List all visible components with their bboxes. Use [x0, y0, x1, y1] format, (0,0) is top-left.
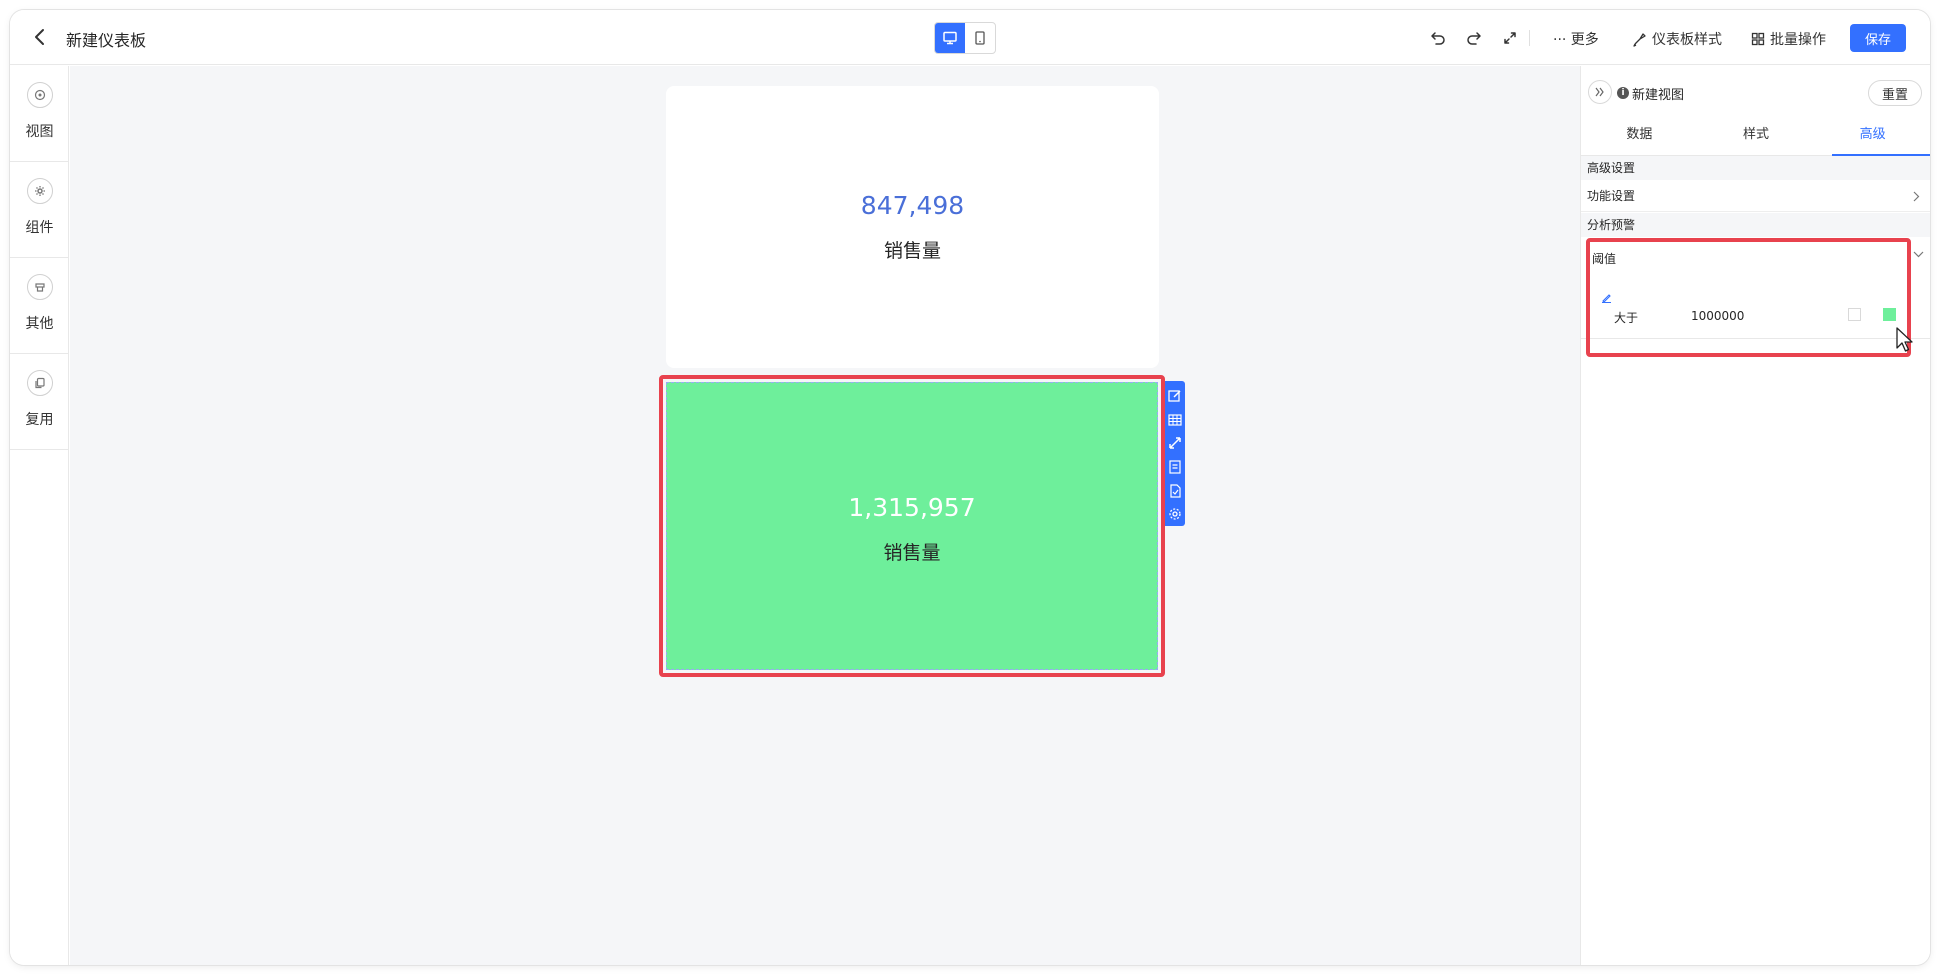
other-icon [26, 274, 53, 300]
card-toolbar [1165, 381, 1185, 526]
kpi-label: 销售量 [883, 240, 941, 262]
dashboard-style-button[interactable]: 仪表板样式 [1632, 29, 1722, 49]
rule-operator[interactable]: 大于 [1614, 309, 1638, 326]
sidebar-item-label: 复用 [25, 412, 54, 428]
tab-data[interactable]: 数据 [1581, 115, 1698, 155]
edit-pencil-icon[interactable] [1599, 290, 1613, 304]
edit-icon[interactable] [1167, 388, 1183, 404]
dashboard-style-label: 仪表板样式 [1652, 32, 1722, 48]
kpi-card-body: 1,315,957 销售量 [666, 382, 1158, 670]
tab-advanced[interactable]: 高级 [1814, 115, 1930, 156]
export-icon[interactable] [1167, 459, 1183, 475]
copy-icon [26, 370, 53, 396]
feature-settings-row[interactable]: 功能设置 [1581, 180, 1930, 212]
mobile-view-button[interactable] [965, 23, 995, 53]
panel-title: 新建视图 [1632, 88, 1685, 103]
component-icon [26, 178, 53, 204]
back-icon[interactable] [28, 26, 50, 48]
chevron-down-icon[interactable] [1911, 247, 1925, 261]
toolbar-divider [1529, 30, 1530, 46]
save-button[interactable]: 保存 [1850, 24, 1906, 52]
batch-operation-label: 批量操作 [1770, 32, 1826, 48]
sidebar-item-component[interactable]: 组件 [10, 162, 69, 258]
document-icon[interactable] [1167, 483, 1183, 499]
redo-icon[interactable] [1464, 28, 1484, 48]
monitor-icon [943, 31, 957, 45]
chevron-right-icon [1909, 180, 1923, 212]
threshold-title: 阈值 [1592, 252, 1617, 266]
rule-color-swatch[interactable] [1883, 308, 1896, 321]
dashboard-canvas: 847,498 销售量 1,315,957 销售量 [70, 66, 1590, 965]
properties-panel: i 新建视图 重置 数据 样式 高级 高级设置 功能设置 分析预警 阈值 大于 … [1580, 66, 1930, 965]
settings-icon[interactable] [1167, 506, 1183, 522]
view-icon [26, 82, 53, 108]
reset-button[interactable]: 重置 [1868, 80, 1922, 106]
section-analysis-alert: 分析预警 [1581, 213, 1930, 237]
kpi-value: 847,498 [860, 191, 965, 220]
feature-settings-label: 功能设置 [1587, 189, 1636, 203]
brush-icon [1633, 32, 1646, 47]
rule-value[interactable]: 1000000 [1691, 309, 1744, 323]
page-title: 新建仪表板 [66, 31, 147, 50]
kpi-card[interactable]: 847,498 销售量 [666, 86, 1159, 368]
phone-icon [975, 31, 985, 45]
device-toggle [934, 22, 996, 54]
sidebar-item-other[interactable]: 其他 [10, 258, 69, 354]
fullscreen-icon[interactable] [1500, 28, 1520, 48]
more-label: ··· 更多 [1553, 32, 1599, 48]
table-icon[interactable] [1167, 412, 1183, 428]
more-button[interactable]: ··· 更多 [1553, 29, 1599, 49]
grid-icon [1751, 32, 1765, 46]
sidebar-item-label: 其他 [25, 316, 54, 332]
left-sidebar: 视图 组件 其他 复用 [10, 66, 69, 965]
collapse-panel-icon[interactable] [1588, 80, 1612, 104]
top-bar: 新建仪表板 ··· 更多 仪表板样式 批量操作 保存 [10, 10, 1930, 65]
panel-tabs: 数据 样式 高级 [1581, 115, 1930, 156]
expand-icon[interactable] [1167, 435, 1183, 451]
kpi-value: 1,315,957 [848, 493, 976, 522]
section-advanced-settings: 高级设置 [1581, 156, 1930, 180]
tab-style[interactable]: 样式 [1698, 115, 1815, 155]
info-icon: i [1617, 87, 1629, 99]
desktop-view-button[interactable] [935, 23, 965, 53]
app-window: 新建仪表板 ··· 更多 仪表板样式 批量操作 保存 视图 组件 其他 复用 8… [10, 10, 1930, 965]
rule-checkbox[interactable] [1848, 308, 1861, 321]
sidebar-item-reuse[interactable]: 复用 [10, 354, 69, 450]
sidebar-item-view[interactable]: 视图 [10, 66, 69, 162]
threshold-settings: 阈值 大于 1000000 [1586, 238, 1911, 357]
batch-operation-button[interactable]: 批量操作 [1751, 29, 1826, 49]
sidebar-item-label: 组件 [25, 220, 54, 236]
sidebar-item-label: 视图 [25, 124, 54, 140]
undo-icon[interactable] [1428, 28, 1448, 48]
kpi-label: 销售量 [883, 542, 941, 564]
selected-kpi-card[interactable]: 1,315,957 销售量 [659, 375, 1165, 677]
